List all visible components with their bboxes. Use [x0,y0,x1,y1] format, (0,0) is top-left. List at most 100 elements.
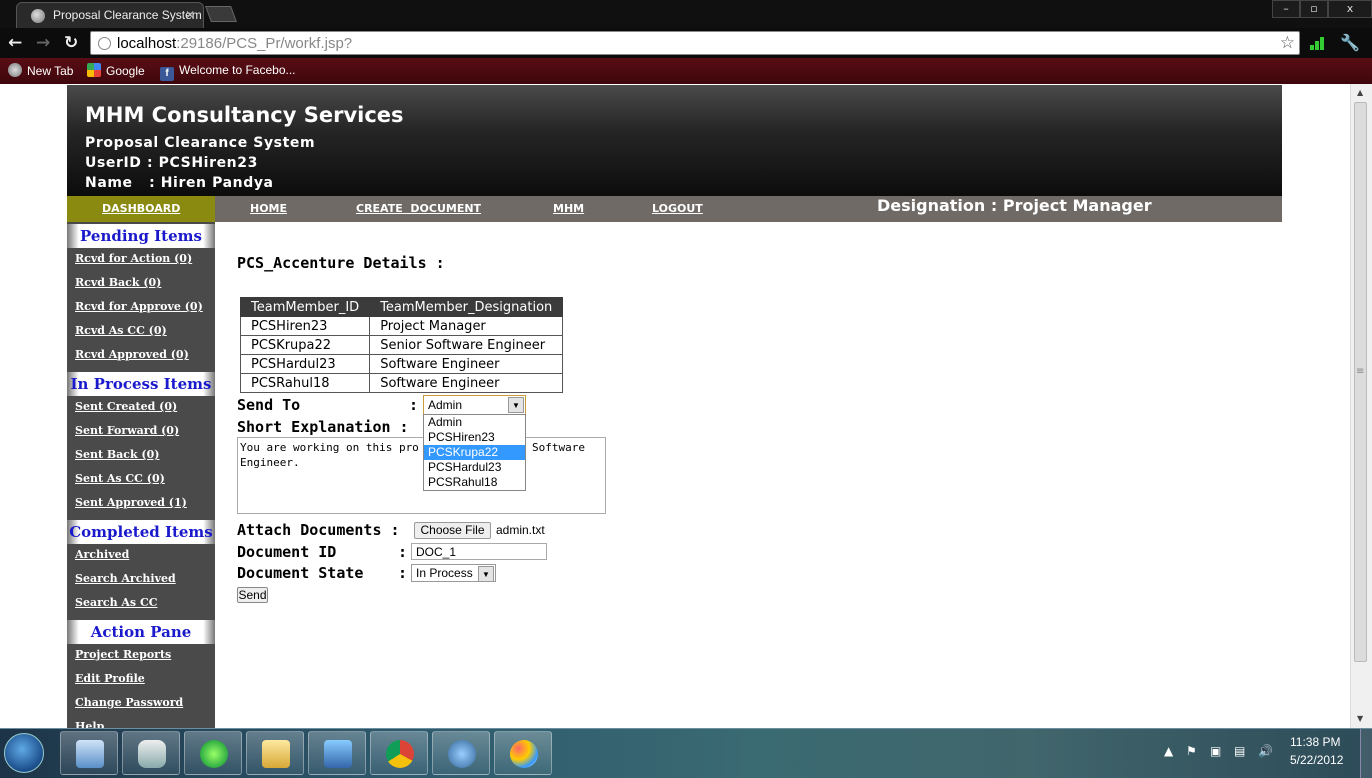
sidebar-link-sent-back[interactable]: Sent Back (0) [75,448,160,461]
member-id-cell: PCSKrupa22 [239,335,371,355]
facebook-icon: f [160,67,174,81]
dropdown-option-highlighted[interactable]: PCSKrupa22 [424,445,525,460]
taskbar-image-viewer[interactable] [308,731,366,775]
dropdown-option[interactable]: PCSHiren23 [424,430,525,445]
nav-dashboard-tab[interactable]: DASHBOARD [67,196,215,222]
nav-mhm-link[interactable]: MHM [553,202,584,215]
sidebar-link-rcvd-as-cc[interactable]: Rcvd As CC (0) [75,324,167,337]
sidebar-link-archived[interactable]: Archived [75,548,129,561]
tray-expand-icon[interactable]: ▲ [1164,744,1178,758]
sidebar-link-help[interactable]: Help [75,720,104,728]
user-name: Name : Hiren Pandya [85,175,274,191]
tray-app-icon[interactable]: ▣ [1210,744,1224,758]
clock-date[interactable]: 5/22/2012 [1290,753,1343,767]
bookmark-facebook[interactable]: f Welcome to Facebo... [160,63,296,81]
minimize-button[interactable]: – [1272,0,1300,18]
close-window-button[interactable]: x [1328,0,1372,18]
table-row: PCSHiren23 Project Manager [239,316,564,336]
document-id-input[interactable]: DOC_1 [411,543,547,560]
chevron-down-icon[interactable]: ▼ [478,566,494,582]
document-state-select[interactable]: In Process ▼ [411,564,496,582]
bookmarks-bar: New Tab Google f Welcome to Facebo... [0,58,1372,84]
address-bar[interactable]: localhost:29186/PCS_Pr/workf.jsp? ☆ [90,31,1300,55]
nav-home-link[interactable]: HOME [250,202,287,215]
taskbar-virtualbox[interactable] [60,731,118,775]
tab-close-icon[interactable]: ✕ [185,8,195,22]
ie-icon [200,740,228,768]
taskbar-paint[interactable] [494,731,552,775]
team-table: TeamMember_ID TeamMember_Designation PCS… [239,297,564,393]
taskbar-outlook[interactable] [122,731,180,775]
sidebar-link-rcvd-for-action[interactable]: Rcvd for Action (0) [75,252,192,265]
page-info-icon[interactable] [98,37,111,50]
new-tab-button[interactable] [205,6,237,22]
dropdown-option[interactable]: PCSRahul18 [424,475,525,490]
start-button[interactable] [4,733,44,773]
document-id-label: Document ID [237,543,337,561]
bookmark-new-tab[interactable]: New Tab [8,63,73,78]
nav-logout-link[interactable]: LOGOUT [652,202,703,215]
scrollbar-thumb[interactable] [1354,102,1367,662]
sidebar-link-sent-forward[interactable]: Sent Forward (0) [75,424,179,437]
document-state-colon: : [398,564,408,582]
sidebar-link-sent-created[interactable]: Sent Created (0) [75,400,177,413]
taskbar-ie[interactable] [184,731,242,775]
choose-file-button[interactable]: Choose File [414,522,491,539]
volume-icon[interactable]: 🔊 [1258,744,1273,758]
dolphin-icon [448,740,476,768]
pending-items-heading: Pending Items [67,224,215,248]
scroll-up-icon[interactable]: ▲ [1357,88,1363,97]
nav-dashboard-link[interactable]: DASHBOARD [102,202,180,215]
table-row: PCSHardul23 Software Engineer [239,354,564,374]
send-to-select[interactable]: Admin ▼ [423,395,526,415]
browser-tab[interactable]: Proposal Clearance System ✕ [16,2,204,28]
page-favicon-icon [31,9,45,23]
sidebar-link-rcvd-back[interactable]: Rcvd Back (0) [75,276,161,289]
reload-icon[interactable]: ↻ [64,33,78,53]
network-icon[interactable]: ▤ [1234,744,1248,758]
sidebar-link-sent-as-cc[interactable]: Sent As CC (0) [75,472,165,485]
scroll-down-icon[interactable]: ▼ [1357,714,1363,723]
taskbar-chrome[interactable] [370,731,428,775]
sidebar-link-rcvd-for-approve[interactable]: Rcvd for Approve (0) [75,300,203,313]
sidebar-link-sent-approved[interactable]: Sent Approved (1) [75,496,187,509]
page-scrollbar[interactable]: ▲ ≡ ▼ [1350,84,1372,728]
column-header: TeamMember_ID [239,297,371,317]
forward-icon[interactable]: → [36,33,50,53]
taskbar-dolphin[interactable] [432,731,490,775]
wrench-menu-icon[interactable]: 🔧 [1340,33,1360,52]
short-explanation-textarea[interactable]: You are working on this pro Software Engi… [237,437,606,514]
dropdown-option[interactable]: Admin [424,415,525,430]
member-id-cell: PCSHiren23 [239,316,371,336]
maximize-button[interactable]: ▫ [1300,0,1328,18]
send-to-dropdown-list[interactable]: Admin PCSHiren23 PCSKrupa22 PCSHardul23 … [423,414,526,491]
action-center-icon[interactable]: ⚑ [1186,744,1200,758]
extension-signal-icon[interactable] [1310,34,1326,50]
send-button[interactable]: Send [237,587,268,603]
table-row: PCSKrupa22 Senior Software Engineer [239,335,564,355]
bookmark-star-icon[interactable]: ☆ [1280,33,1295,53]
sidebar-link-change-password[interactable]: Change Password [75,696,183,709]
show-desktop-button[interactable] [1360,729,1372,778]
system-name: Proposal Clearance System [85,135,316,151]
sidebar-link-rcvd-approved[interactable]: Rcvd Approved (0) [75,348,189,361]
new-tab-icon [8,63,22,77]
sidebar-link-edit-profile[interactable]: Edit Profile [75,672,145,685]
attach-documents-label: Attach Documents : [237,521,400,539]
sidebar-link-search-archived[interactable]: Search Archived [75,572,176,585]
clock-time[interactable]: 11:38 PM [1290,735,1340,749]
dropdown-option[interactable]: PCSHardul23 [424,460,525,475]
chevron-down-icon[interactable]: ▼ [508,397,524,413]
bookmark-google[interactable]: Google [87,63,145,78]
nav-create-document-link[interactable]: CREATE DOCUMENT [356,202,481,215]
document-state-value: In Process [416,566,473,580]
taskbar-explorer[interactable] [246,731,304,775]
sidebar-link-project-reports[interactable]: Project Reports [75,648,171,661]
member-designation-cell: Project Manager [369,316,564,336]
sidebar-link-search-as-cc[interactable]: Search As CC [75,596,157,609]
outlook-icon [138,740,166,768]
user-id: UserID : PCSHiren23 [85,155,258,171]
nav-bar: DASHBOARD HOME CREATE DOCUMENT MHM LOGOU… [67,196,1282,222]
member-designation-cell: Software Engineer [369,354,564,374]
back-icon[interactable]: ← [8,33,22,53]
